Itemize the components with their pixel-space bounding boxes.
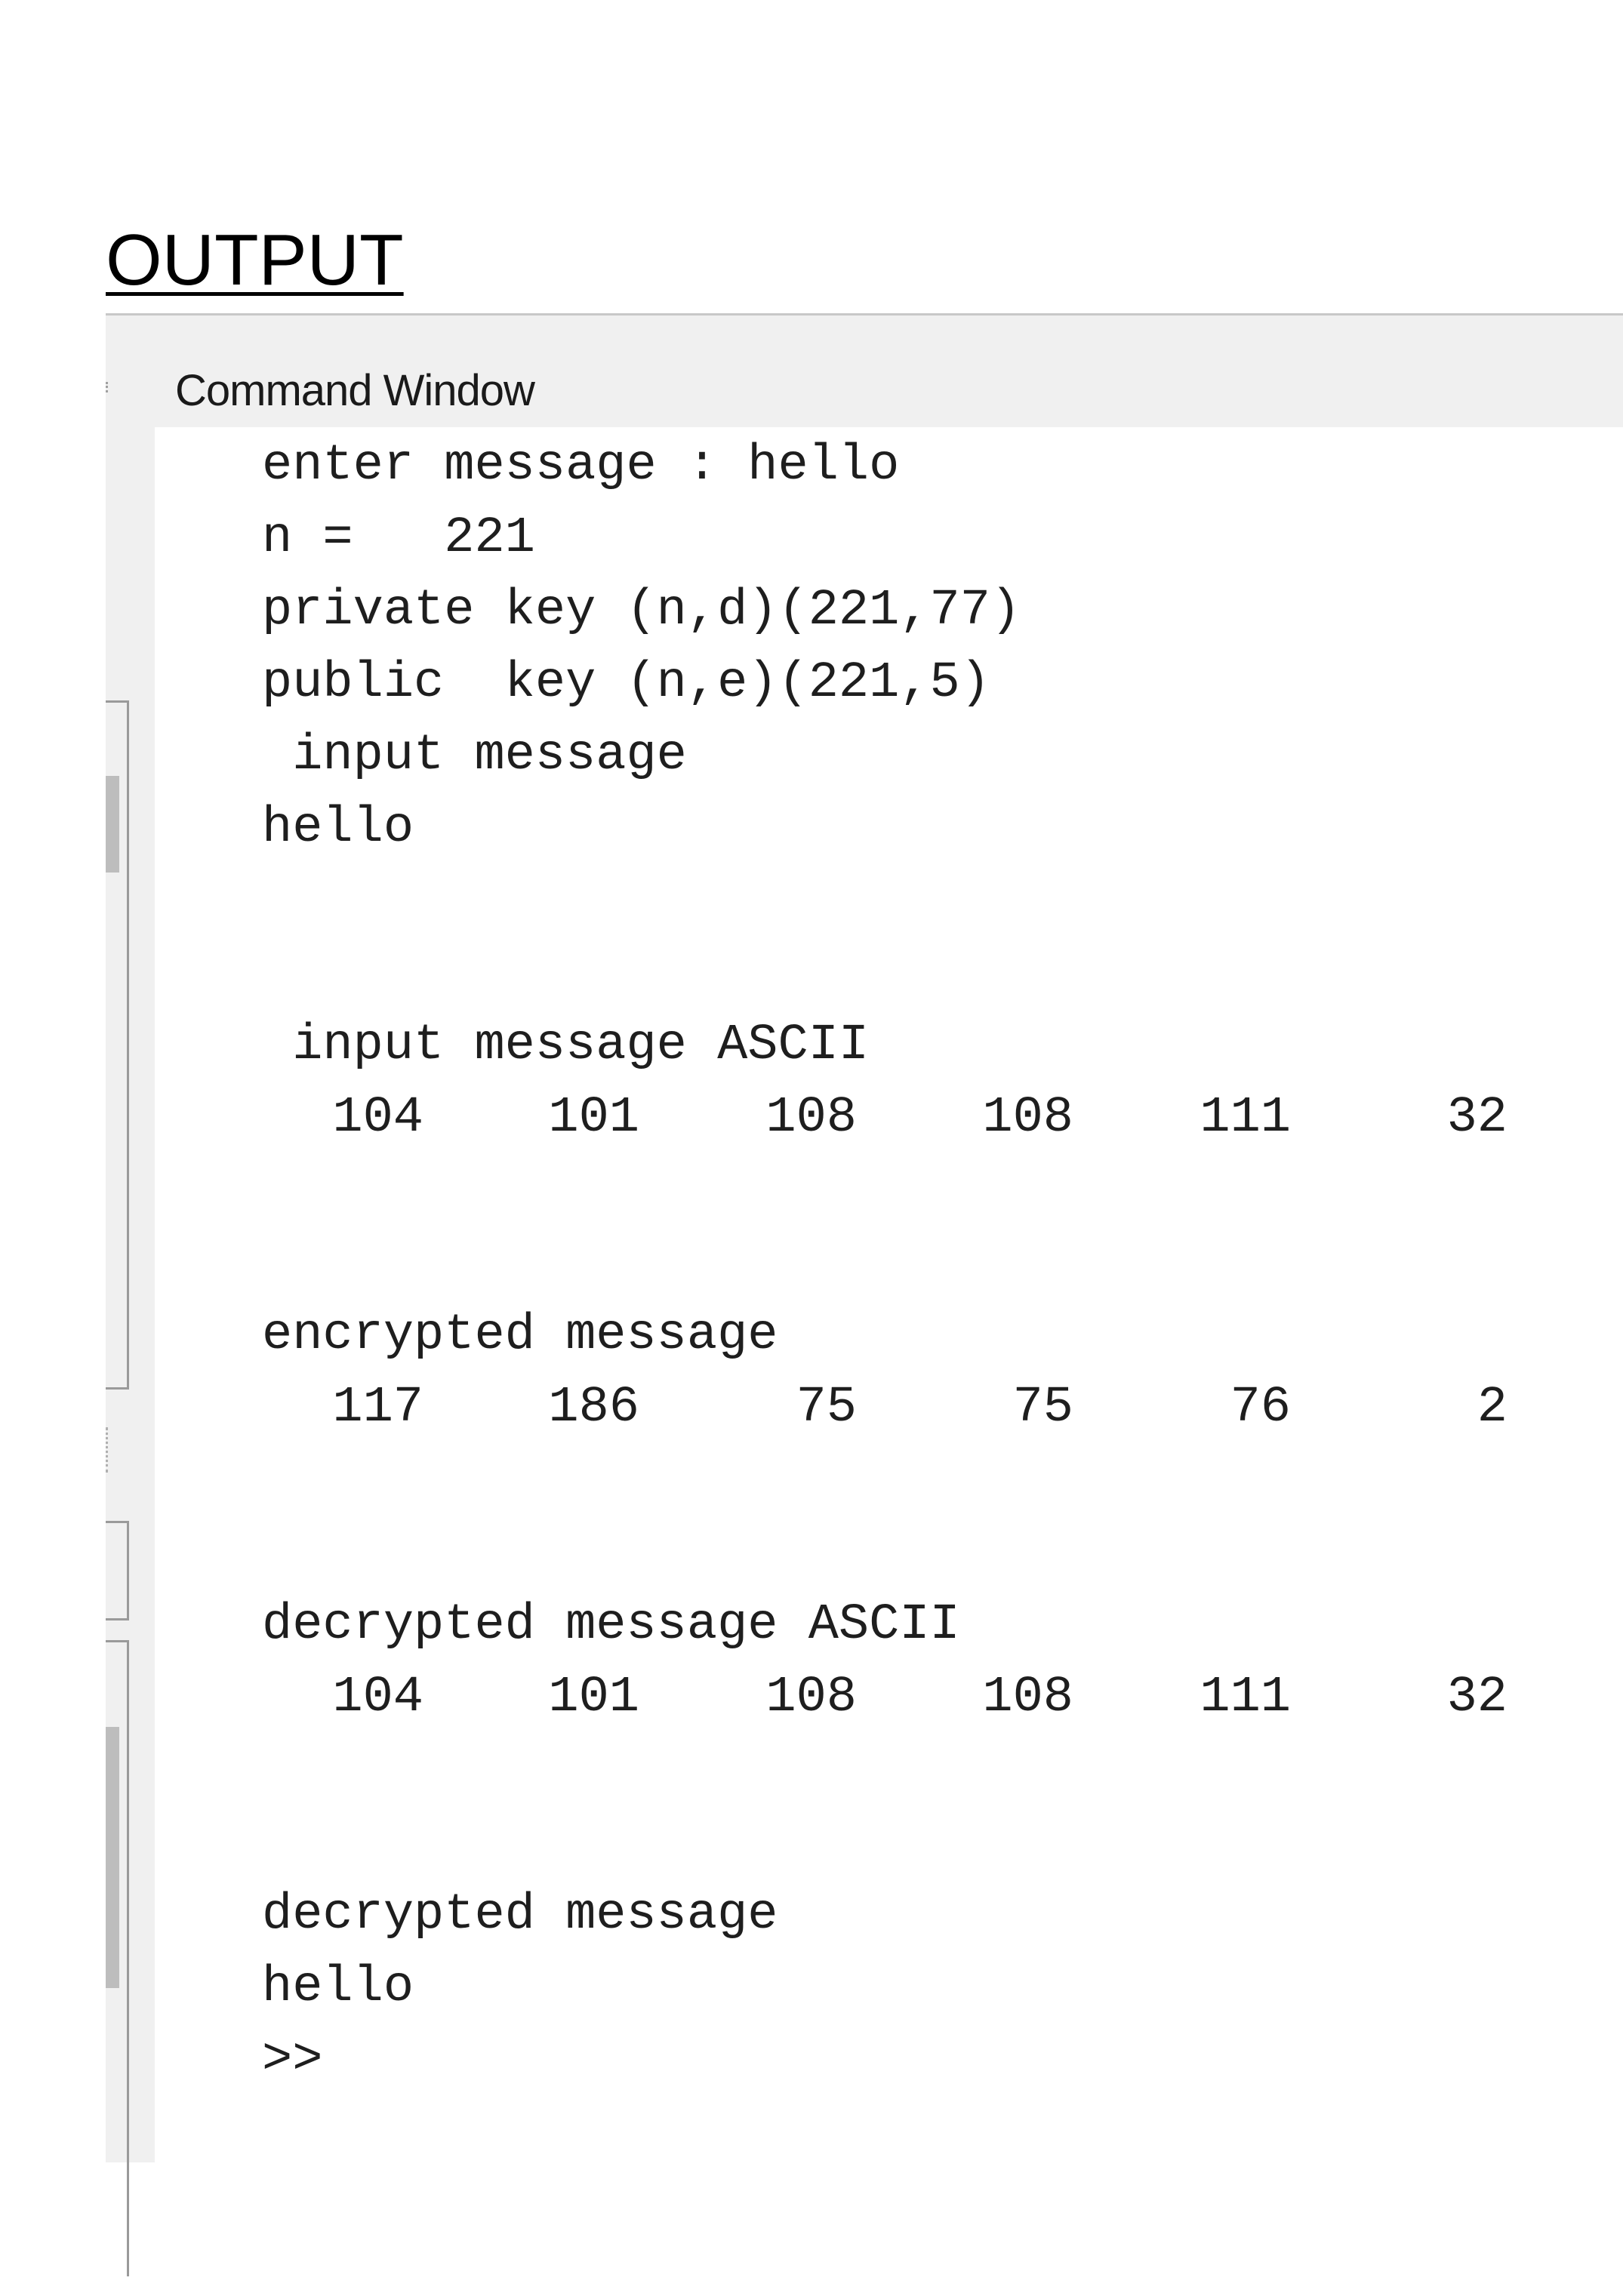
console-line-decrypted-label: decrypted message [262,1886,778,1944]
encrypted-value: 186 [548,1379,639,1436]
window-top-border [106,313,1623,337]
console-line-n: n = 221 [262,509,535,567]
decrypted-ascii-value: 108 [982,1669,1073,1726]
console-line-input-ascii-label: input message ASCII [262,1017,870,1074]
command-window-panel: Command Window enter message : hello n =… [106,313,1623,2276]
left-gutter [106,427,155,2276]
scrollbar-thumb[interactable] [106,1727,119,1988]
console-line-public-key: public key (n,e)(221,5) [262,654,990,712]
gutter-frame [106,1521,129,1620]
console-line-input-text: hello [262,799,414,857]
decrypted-ascii-value: 108 [765,1669,857,1726]
input-ascii-value: 104 [332,1089,423,1146]
encrypted-value: 75 [1012,1379,1073,1436]
drag-grip-icon[interactable] [106,382,114,392]
encrypted-value: 2 [1477,1379,1508,1436]
input-ascii-value: 108 [765,1089,857,1146]
splitter-grip-icon[interactable] [106,1427,112,1473]
console-line-encrypted-label: encrypted message [262,1307,778,1364]
console-line-decrypted-ascii-label: decrypted message ASCII [262,1596,960,1654]
decrypted-ascii-value: 111 [1200,1669,1291,1726]
command-window-title: Command Window [175,366,535,415]
output-heading: OUTPUT [106,220,404,300]
command-prompt[interactable]: >> [262,2024,322,2096]
scrollbar-thumb[interactable] [106,776,119,873]
input-ascii-value: 111 [1200,1089,1291,1146]
console-line-prompt: enter message : hello [262,437,900,494]
encrypted-value: 117 [332,1379,423,1436]
encrypted-value: 75 [796,1379,857,1436]
console-line-private-key: private key (n,d)(221,77) [262,582,1021,639]
command-window-titlebar[interactable]: Command Window [106,337,1623,427]
console-line-decrypted-text: hello [262,1959,414,2016]
decrypted-ascii-value: 104 [332,1669,423,1726]
encrypted-value: 76 [1230,1379,1291,1436]
console-output-area[interactable]: enter message : hello n = 221 private ke… [155,427,1623,2162]
decrypted-ascii-value: 32 [1446,1669,1508,1726]
decrypted-ascii-value: 101 [548,1669,639,1726]
input-ascii-value: 108 [982,1089,1073,1146]
input-ascii-value: 32 [1446,1089,1508,1146]
console-line-input-label: input message [262,727,687,784]
input-ascii-value: 101 [548,1089,639,1146]
